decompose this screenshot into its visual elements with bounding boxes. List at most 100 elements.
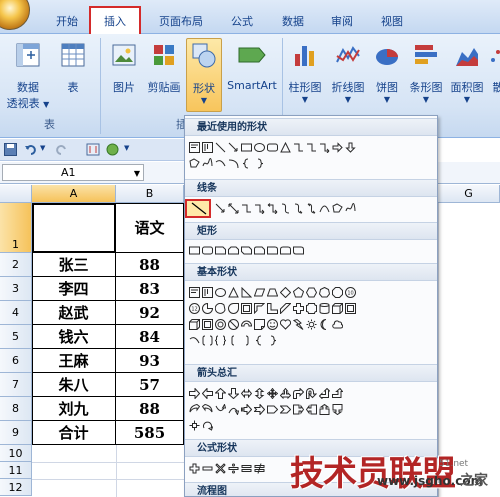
rounded-rectangle-shape-icon[interactable] [202,245,213,256]
row-header-9[interactable]: 9 [0,421,32,445]
redo-icon[interactable] [54,143,68,156]
arrow-line-shape-icon[interactable] [215,203,226,214]
curved-up-arrow-shape-icon[interactable] [215,404,226,415]
tab-view[interactable]: 视图 [374,12,410,32]
cell-score[interactable]: 84 [116,325,184,349]
rounded-rectangle-shape-icon[interactable] [267,142,278,153]
pentagon-shape-icon[interactable] [293,287,304,298]
cube-shape-icon[interactable] [332,303,343,314]
cell-score[interactable]: 83 [116,277,184,301]
lightning-bolt-shape-icon[interactable] [293,319,304,330]
pivot-table-button[interactable]: 数据 透视表 ▼ [6,42,50,111]
cell-name[interactable]: 张三 [32,253,116,277]
u-turn-arrow-shape-icon[interactable] [306,388,317,399]
right-bracket-shape-icon[interactable] [241,335,252,346]
cell-a1[interactable] [32,203,116,253]
quad-arrow-shape-icon[interactable] [267,388,278,399]
right-brace-shape-icon[interactable] [254,158,265,169]
cell-score[interactable]: 92 [116,301,184,325]
down-arrow-shape-icon[interactable] [228,388,239,399]
round-corner-rectangle-shape-icon[interactable] [267,245,278,256]
up-down-arrow-shape-icon[interactable] [254,388,265,399]
no-symbol-shape-icon[interactable] [228,319,239,330]
heptagon-shape-icon[interactable] [319,287,330,298]
cell-name[interactable]: 合计 [32,421,116,445]
text-box-shape-icon[interactable] [189,287,200,298]
row-header-5[interactable]: 5 [0,325,32,349]
oval-shape-icon[interactable] [215,287,226,298]
scribble-shape-icon[interactable] [345,203,356,214]
cell-b1[interactable]: 语文 [116,203,184,253]
right-brace-shape-icon[interactable] [267,335,278,346]
cell-score[interactable]: 93 [116,349,184,373]
curved-down-arrow-shape-icon[interactable] [228,404,239,415]
snip-round-rectangle-shape-icon[interactable] [254,245,265,256]
triangle-shape-icon[interactable] [280,142,291,153]
column-header-a[interactable]: A [32,185,116,203]
curve-shape-icon[interactable] [228,158,239,169]
tab-home[interactable]: 开始 [50,12,84,32]
left-right-arrow-shape-icon[interactable] [241,388,252,399]
smiley-face-shape-icon[interactable] [267,319,278,330]
curved-arrow-shape-icon[interactable] [293,203,304,214]
left-brace-shape-icon[interactable] [241,158,252,169]
row-header-3[interactable]: 3 [0,277,32,301]
bar-chart-button[interactable]: 条形图 ▼ [406,42,446,104]
cell-name[interactable]: 朱八 [32,373,116,397]
striped-right-arrow-shape-icon[interactable] [241,404,252,415]
bent-arrow-shape-icon[interactable] [293,388,304,399]
curved-connector-shape-icon[interactable] [280,203,291,214]
row-header-6[interactable]: 6 [0,349,32,373]
minus-shape-icon[interactable] [202,463,213,474]
cell-name[interactable]: 李四 [32,277,116,301]
tab-formulas[interactable]: 公式 [223,12,261,32]
diagonal-stripe-shape-icon[interactable] [280,303,291,314]
cell-score[interactable]: 585 [116,421,184,445]
double-brace-shape-icon[interactable] [215,335,226,346]
shapes-button[interactable]: 形状 ▼ [186,38,222,112]
column-header-b[interactable]: B [116,185,184,203]
elbow-double-arrow-shape-icon[interactable] [267,203,278,214]
office-button[interactable] [0,0,30,30]
row-header-4[interactable]: 4 [0,301,32,325]
triangle-shape-icon[interactable] [228,287,239,298]
left-right-up-arrow-shape-icon[interactable] [280,388,291,399]
trapezoid-shape-icon[interactable] [267,287,278,298]
bevel-shape-icon[interactable] [202,319,213,330]
donut-shape-icon[interactable] [215,319,226,330]
l-shape-icon[interactable] [267,303,278,314]
octagon-shape-icon[interactable] [332,287,343,298]
vertical-text-box-shape-icon[interactable] [202,142,213,153]
tab-data[interactable]: 数据 [275,12,311,32]
rectangle-shape-icon[interactable] [241,142,252,153]
snip-same-side-rectangle-shape-icon[interactable] [228,245,239,256]
can-shape-icon[interactable] [319,303,330,314]
chevron-down-icon[interactable]: ▼ [40,144,45,152]
text-box-shape-icon[interactable] [189,142,200,153]
elbow-connector-shape-icon[interactable] [293,142,304,153]
left-up-arrow-shape-icon[interactable] [319,388,330,399]
up-arrow-shape-icon[interactable] [215,388,226,399]
line-chart-button[interactable]: 折线图 ▼ [328,42,368,104]
down-arrow-shape-icon[interactable] [345,142,356,153]
elbow-connector-shape-icon[interactable] [306,142,317,153]
pie-shape-icon[interactable] [202,303,213,314]
freeform-shape-icon[interactable] [189,158,200,169]
multiply-shape-icon[interactable] [215,463,226,474]
circular-arrow-shape-icon[interactable] [202,420,213,431]
frame-shape-icon[interactable] [241,303,252,314]
cross-shape-icon[interactable] [293,303,304,314]
heart-shape-icon[interactable] [280,319,291,330]
parallelogram-shape-icon[interactable] [254,287,265,298]
oval-shape-icon[interactable] [254,142,265,153]
clipart-button[interactable]: 剪贴画 [144,42,184,95]
up-arrow-callout-shape-icon[interactable] [319,404,330,415]
chevron-shape-icon[interactable] [280,404,291,415]
down-arrow-callout-shape-icon[interactable] [332,404,343,415]
select-all-corner[interactable] [0,185,32,203]
curved-left-arrow-shape-icon[interactable] [202,404,213,415]
cell-name[interactable]: 王麻 [32,349,116,373]
moon-shape-icon[interactable] [319,319,330,330]
curved-double-arrow-shape-icon[interactable] [306,203,317,214]
quad-arrow-callout-shape-icon[interactable] [189,420,200,431]
